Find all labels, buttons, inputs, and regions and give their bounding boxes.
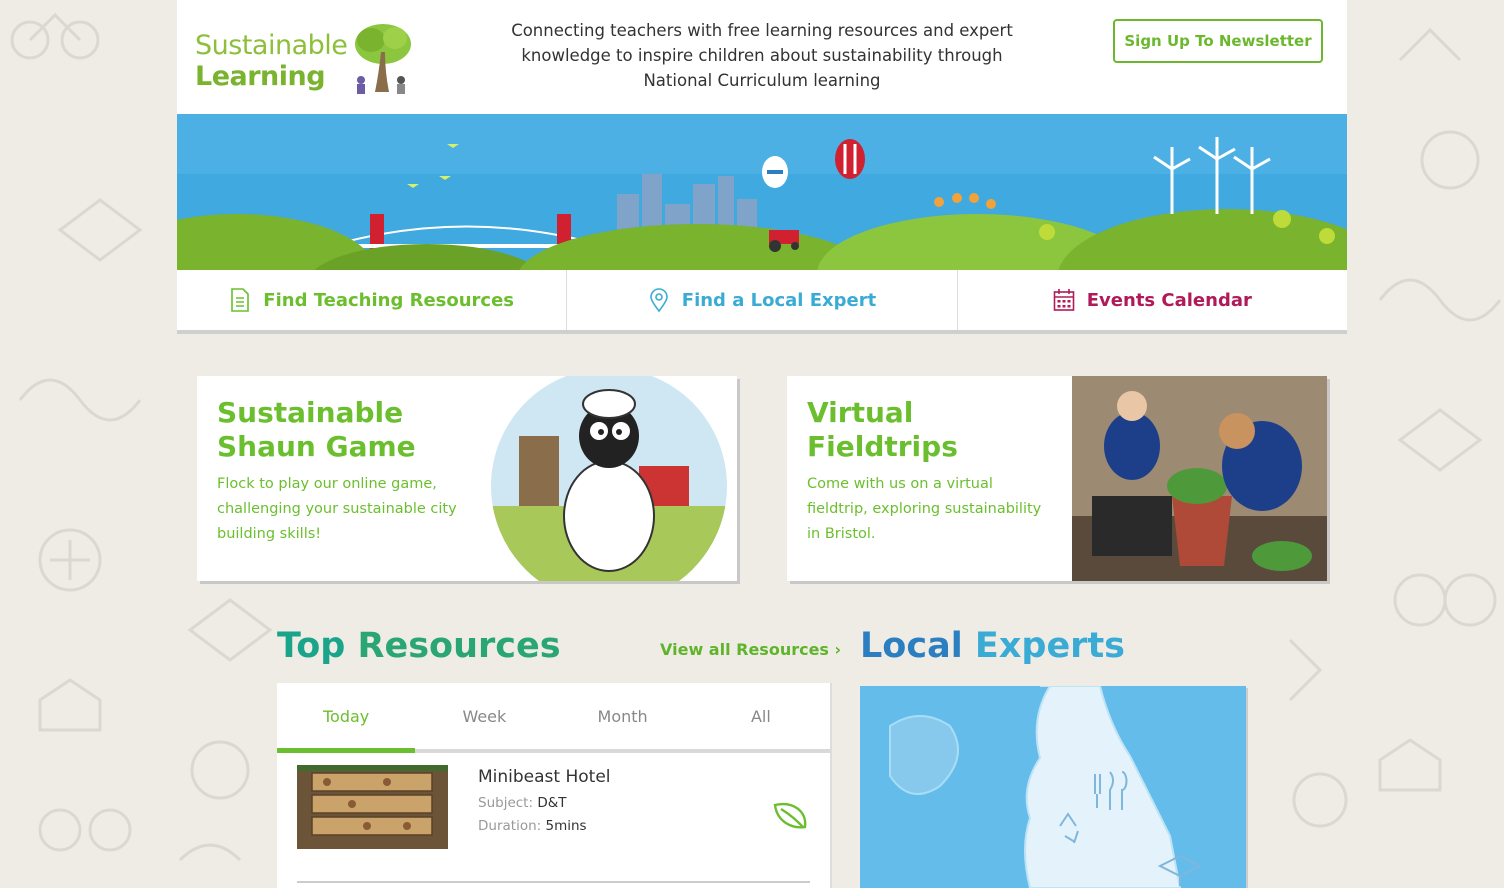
feature-card-description: Come with us on a virtual fieldtrip, exp… bbox=[807, 476, 1042, 542]
shaun-sheep-illustration bbox=[491, 376, 727, 581]
nav-label: Find Teaching Resources bbox=[263, 289, 515, 311]
tab-week[interactable]: Week bbox=[415, 683, 553, 749]
nav-find-teaching-resources[interactable]: Find Teaching Resources bbox=[177, 270, 568, 330]
resource-subject: Subject: D&T bbox=[478, 795, 566, 811]
resource-thumbnail bbox=[297, 765, 448, 849]
tab-today[interactable]: Today bbox=[277, 683, 416, 753]
nav-label: Events Calendar bbox=[1086, 289, 1252, 311]
top-resources-panel: Today Week Month All Minibeast Hotel Sub… bbox=[277, 683, 830, 888]
feature-card-virtual-fieldtrips[interactable]: Virtual Fieldtrips Come with us on a vir… bbox=[787, 376, 1327, 581]
duration-label: Duration: bbox=[478, 818, 542, 834]
nav-events-calendar[interactable]: Events Calendar bbox=[958, 270, 1347, 330]
site-tagline: Connecting teachers with free learning r… bbox=[511, 21, 1013, 90]
resource-title[interactable]: Minibeast Hotel bbox=[478, 767, 611, 787]
logo-line-1: Sustainable bbox=[195, 30, 348, 61]
hero-banner-illustration bbox=[177, 114, 1347, 270]
page-container: Sustainable Learning Connecting teachers… bbox=[177, 0, 1347, 888]
location-pin-icon bbox=[649, 288, 668, 312]
top-resources-heading: Top Resources bbox=[277, 626, 561, 666]
heading-word-1: Local bbox=[860, 626, 963, 666]
tab-all[interactable]: All bbox=[692, 683, 830, 749]
site-header: Sustainable Learning Connecting teachers… bbox=[177, 0, 1347, 114]
document-icon bbox=[231, 288, 250, 312]
logo-text: Sustainable Learning bbox=[195, 30, 348, 92]
view-all-resources-link[interactable]: View all Resources › bbox=[660, 640, 841, 659]
logo-line-2: Learning bbox=[195, 61, 326, 92]
local-experts-heading: Local Experts bbox=[860, 626, 1125, 666]
feature-card-shaun-game[interactable]: Sustainable Shaun Game Flock to play our… bbox=[197, 376, 737, 581]
tree-icon bbox=[355, 24, 411, 94]
heading-word-2: Resources bbox=[357, 626, 561, 666]
fieldtrip-photo bbox=[1072, 376, 1327, 581]
calendar-icon bbox=[1053, 289, 1075, 311]
resource-list-item[interactable]: Minibeast Hotel Subject: D&T Duration: 5… bbox=[297, 765, 810, 883]
main-navigation: Find Teaching Resources Find a Local Exp… bbox=[177, 270, 1347, 334]
subject-value: D&T bbox=[537, 795, 567, 811]
duration-value: 5mins bbox=[545, 818, 587, 834]
newsletter-signup-button[interactable]: Sign Up To Newsletter bbox=[1113, 19, 1323, 63]
resource-period-tabs: Today Week Month All bbox=[277, 683, 830, 753]
nav-find-local-expert[interactable]: Find a Local Expert bbox=[567, 270, 958, 330]
site-logo[interactable]: Sustainable Learning bbox=[195, 22, 415, 94]
local-experts-map[interactable] bbox=[860, 686, 1246, 888]
heading-word-2: Experts bbox=[974, 626, 1126, 666]
feature-card-description: Flock to play our online game, challengi… bbox=[217, 476, 457, 542]
resource-duration: Duration: 5mins bbox=[478, 818, 587, 834]
leaf-icon bbox=[773, 802, 807, 829]
feature-card-title: Virtual Fieldtrips bbox=[807, 396, 958, 463]
subject-label: Subject: bbox=[478, 795, 534, 811]
nav-label: Find a Local Expert bbox=[681, 289, 877, 311]
heading-word-1: Top bbox=[277, 626, 346, 666]
feature-card-title: Sustainable Shaun Game bbox=[217, 396, 416, 463]
tab-month[interactable]: Month bbox=[554, 683, 692, 749]
